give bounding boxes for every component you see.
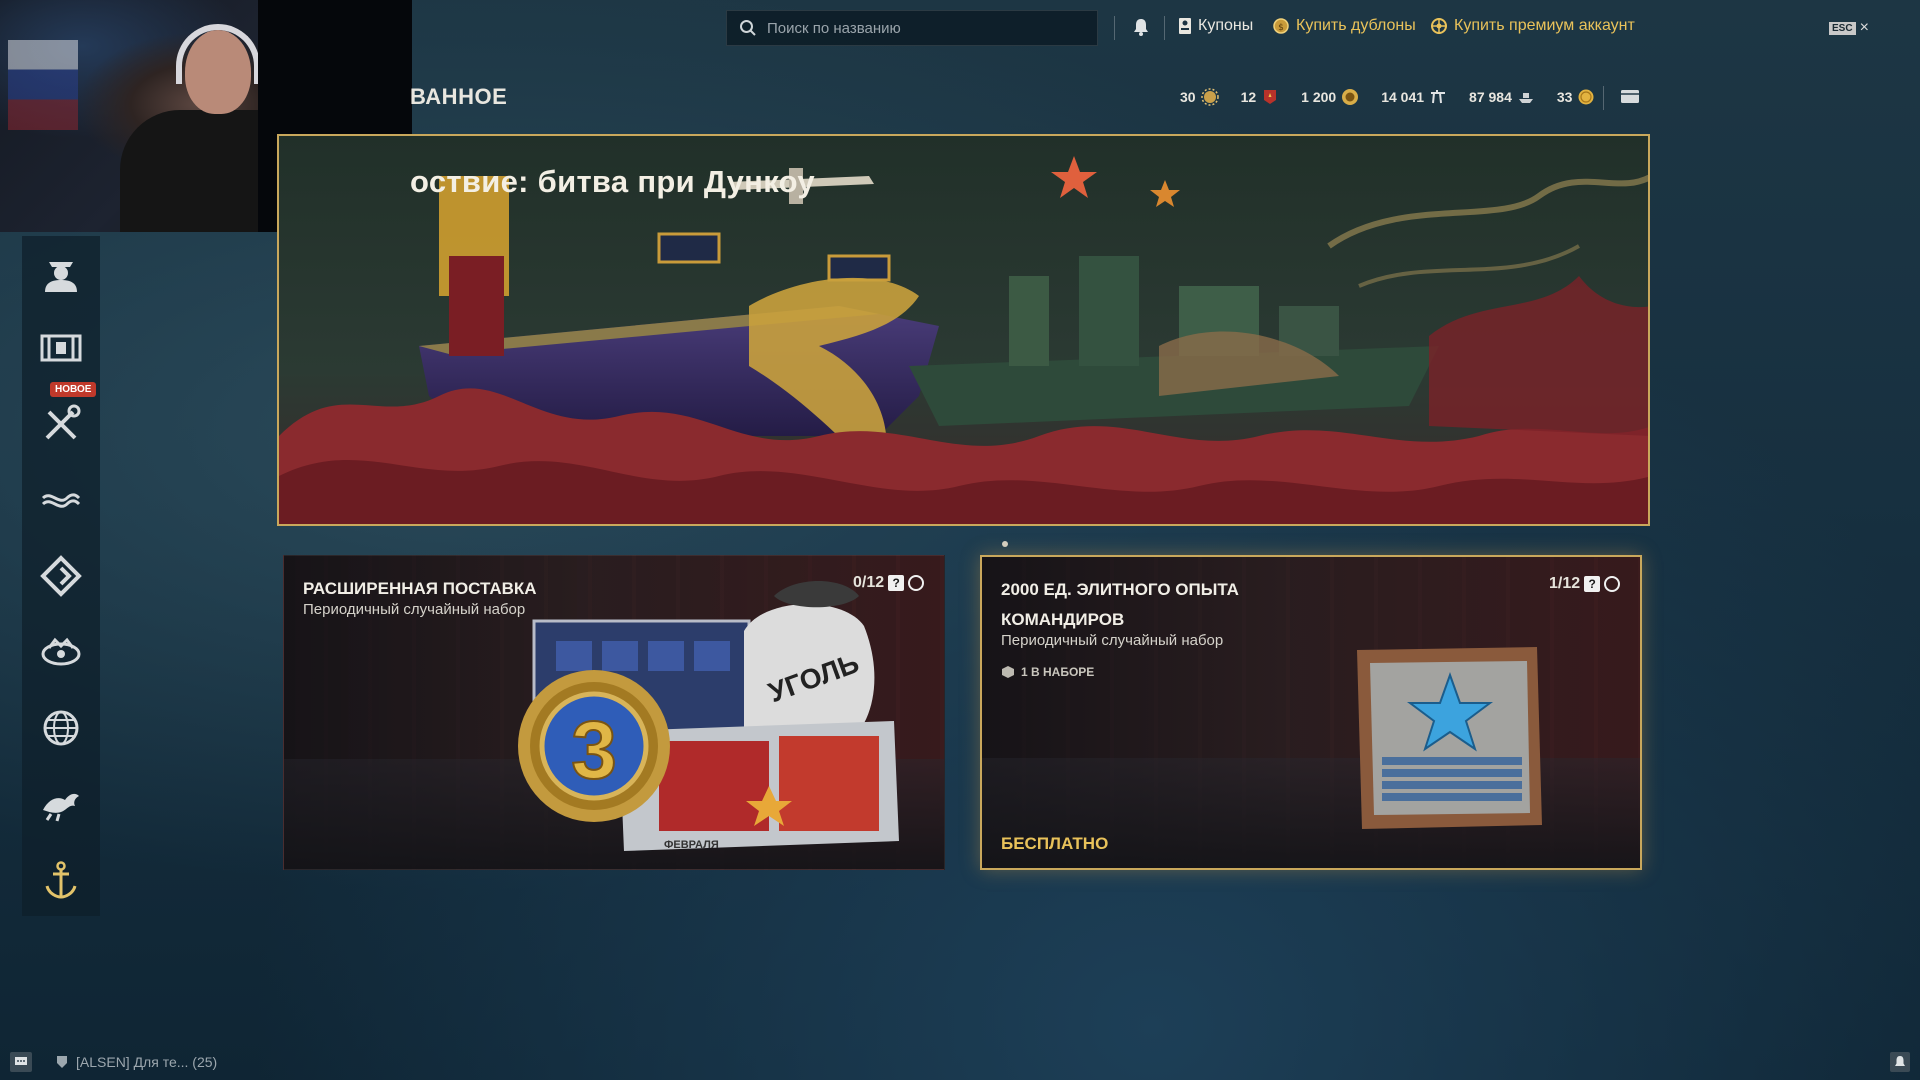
crate-label: ФЕВРАЛЯ bbox=[664, 839, 719, 851]
containers-icon bbox=[40, 334, 82, 362]
currency-coins[interactable]: 33 bbox=[1557, 88, 1596, 106]
clan-shield-icon bbox=[57, 1056, 67, 1068]
sidebar-item-containers[interactable] bbox=[22, 318, 100, 378]
coupon-icon bbox=[1179, 18, 1191, 34]
bell-icon[interactable] bbox=[1130, 16, 1152, 38]
doubloon-icon bbox=[1342, 89, 1359, 105]
sidebar-item-upgrades[interactable] bbox=[22, 546, 100, 606]
card-subtitle: Периодичный случайный набор bbox=[303, 601, 526, 618]
doubloon-coin-icon: $ bbox=[1273, 18, 1289, 34]
sidebar bbox=[22, 236, 100, 916]
clan-chat-text: [ALSEN] Для те... (25) bbox=[76, 1054, 218, 1070]
question-icon[interactable]: ? bbox=[1584, 576, 1601, 592]
card-purchase-count: 0/12 ? bbox=[853, 574, 925, 592]
count-value: 0/12 bbox=[853, 574, 885, 591]
card-title-line-2: КОМАНДИРОВ bbox=[1001, 610, 1125, 629]
product-card-extended-supply[interactable]: УГОЛЬ ФЕВРАЛЯ 3 РАСШИРЕННАЯ ПОСТАВКА Пер… bbox=[283, 555, 945, 870]
topbar-divider bbox=[1114, 16, 1115, 40]
globe-icon bbox=[43, 710, 79, 746]
currency-bar: 30 12 1 200 14 041 87 984 33 bbox=[1180, 86, 1595, 108]
crown-emblem-icon bbox=[41, 637, 81, 666]
currency-value: 1 200 bbox=[1301, 89, 1337, 105]
buy-doubloons-label: Купить дублоны bbox=[1296, 17, 1416, 34]
card-title: РАСШИРЕННАЯ ПОСТАВКА bbox=[303, 579, 537, 598]
commander-icon bbox=[45, 262, 77, 292]
premium-wheel-icon bbox=[1431, 18, 1447, 34]
anchor-icon bbox=[45, 861, 77, 899]
coupons-label: Купоны bbox=[1198, 17, 1254, 34]
currency-sun-tokens[interactable]: 30 bbox=[1180, 88, 1219, 106]
search-input[interactable] bbox=[767, 19, 1077, 37]
new-badge: НОВОЕ bbox=[50, 382, 97, 397]
red-emblem-icon bbox=[1264, 90, 1277, 104]
currency-free-xp[interactable]: 14 041 bbox=[1381, 88, 1447, 106]
page-title: ВАННОЕ bbox=[410, 84, 508, 109]
esc-close-button[interactable]: ESC × bbox=[1829, 19, 1869, 37]
free-xp-icon bbox=[1431, 90, 1446, 104]
diamond-arrow-icon bbox=[40, 555, 82, 597]
currency-red-emblems[interactable]: 12 bbox=[1241, 88, 1280, 106]
currency-value: 30 bbox=[1180, 89, 1196, 105]
currency-value: 14 041 bbox=[1381, 89, 1425, 105]
notifications-button[interactable] bbox=[1890, 1052, 1910, 1072]
medal-number: 3 bbox=[571, 705, 617, 796]
sidebar-item-commanders[interactable] bbox=[22, 242, 100, 302]
chat-button[interactable] bbox=[10, 1052, 32, 1072]
tools-icon bbox=[45, 404, 81, 440]
cube-icon bbox=[1002, 666, 1014, 678]
currency-value: 12 bbox=[1240, 89, 1257, 105]
currency-value: 87 984 bbox=[1469, 89, 1512, 105]
info-circle-icon[interactable] bbox=[1604, 576, 1621, 592]
coupons-link[interactable]: Купоны bbox=[1178, 17, 1253, 35]
currency-value: 33 bbox=[1556, 89, 1573, 105]
in-set-label: 1 В НАБОРЕ bbox=[1021, 665, 1095, 679]
buy-premium-link[interactable]: Купить премиум аккаунт bbox=[1430, 17, 1635, 35]
product-card-elite-xp[interactable]: 2000 ЕД. ЭЛИТНОГО ОПЫТА КОМАНДИРОВ Перио… bbox=[980, 555, 1642, 870]
card-purchase-count: 1/12 ? bbox=[1549, 575, 1621, 593]
coin-icon bbox=[1578, 89, 1594, 105]
topbar-divider bbox=[1164, 16, 1165, 40]
sidebar-item-tools[interactable] bbox=[22, 394, 100, 454]
sidebar-item-global[interactable] bbox=[22, 698, 100, 758]
search-box[interactable] bbox=[726, 10, 1098, 46]
currency-ship-xp[interactable]: 87 984 bbox=[1469, 88, 1535, 106]
info-circle-icon[interactable] bbox=[908, 575, 925, 591]
ship-xp-icon bbox=[1518, 93, 1533, 103]
camouflage-icon bbox=[41, 493, 81, 508]
sidebar-item-camouflage[interactable] bbox=[22, 470, 100, 530]
currency-doubloons[interactable]: 1 200 bbox=[1301, 88, 1359, 106]
close-icon: × bbox=[1859, 19, 1869, 36]
header-divider bbox=[1603, 86, 1604, 110]
card-price-free[interactable]: БЕСПЛАТНО bbox=[1001, 834, 1108, 854]
card-title-line-1: 2000 ЕД. ЭЛИТНОГО ОПЫТА bbox=[1001, 580, 1239, 599]
clan-chat-entry[interactable]: [ALSEN] Для те... (25) bbox=[56, 1054, 217, 1070]
banner-title: оствие: битва при Дункоу bbox=[410, 164, 815, 199]
chat-icon bbox=[15, 1057, 27, 1065]
esc-key-label: ESC bbox=[1829, 21, 1856, 35]
top-bar: Купоны $ Купить дублоны Купить премиум а… bbox=[0, 0, 1920, 56]
svg-text:$: $ bbox=[1278, 23, 1284, 33]
search-icon bbox=[740, 20, 756, 36]
card-subtitle: Периодичный случайный набор bbox=[1001, 632, 1224, 649]
card-title: 2000 ЕД. ЭЛИТНОГО ОПЫТА КОМАНДИРОВ bbox=[1001, 575, 1301, 635]
question-icon[interactable]: ? bbox=[888, 575, 905, 591]
count-value: 1/12 bbox=[1549, 575, 1581, 592]
dragon-icon bbox=[43, 793, 79, 822]
buy-premium-label: Купить премиум аккаунт bbox=[1454, 17, 1635, 34]
buy-doubloons-link[interactable]: $ Купить дублоны bbox=[1272, 17, 1416, 35]
sidebar-item-events[interactable] bbox=[22, 622, 100, 682]
in-set-info: 1 В НАБОРЕ bbox=[1001, 665, 1094, 679]
carousel-dot[interactable] bbox=[1002, 541, 1008, 547]
wallet-icon[interactable] bbox=[1620, 88, 1640, 104]
sidebar-item-clan[interactable] bbox=[22, 850, 100, 910]
bell-icon bbox=[1895, 1056, 1905, 1066]
sun-token-icon bbox=[1200, 88, 1219, 106]
sidebar-item-dragon[interactable] bbox=[22, 774, 100, 834]
